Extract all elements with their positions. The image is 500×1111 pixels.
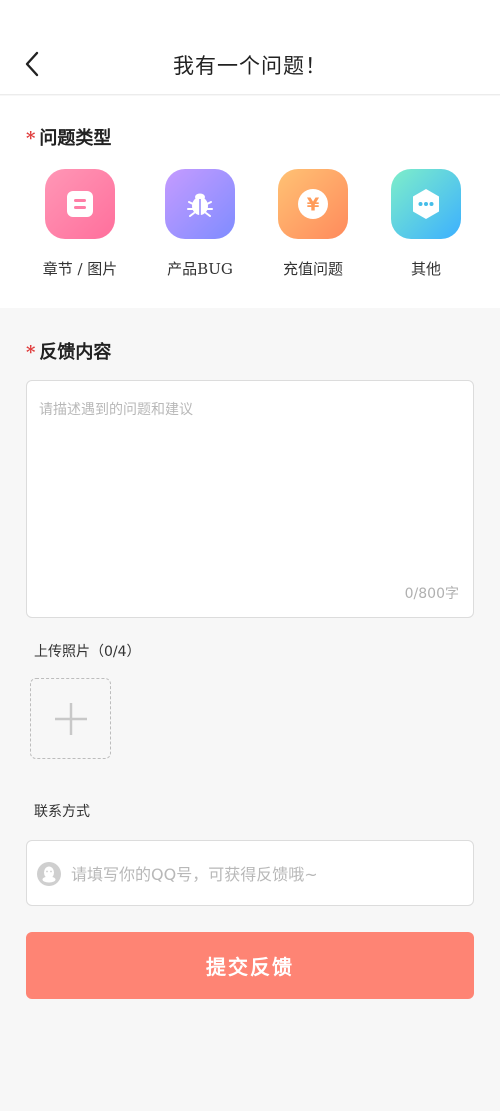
chapter-image-icon [45,169,115,239]
add-photo-button[interactable] [30,678,111,759]
contact-input-container [26,840,474,906]
problem-type-label: * 问题类型 [26,124,111,150]
type-option-other[interactable]: 其他 [376,169,476,279]
upload-photo-label: 上传照片（0/4） [34,644,141,660]
feedback-label-text: 反馈内容 [39,342,112,363]
required-mark: * [26,342,36,363]
problem-type-label-text: 问题类型 [39,128,112,149]
more-dots-icon [391,169,461,239]
qq-icon [37,862,61,886]
feedback-label: * 反馈内容 [26,338,111,364]
type-option-label: 章节 / 图片 [42,260,118,278]
yen-icon: ¥ [278,169,348,239]
feedback-textarea-container: 0/800字 [26,380,474,618]
page-title: 我有一个问题！ [173,54,327,78]
svg-text:¥: ¥ [307,195,320,216]
required-mark: * [26,128,36,149]
top-bar: 我有一个问题！ [0,0,500,95]
contact-label: 联系方式 [34,804,90,820]
type-option-recharge[interactable]: ¥ 充值问题 [263,169,363,279]
type-option-chapter-image[interactable]: 章节 / 图片 [30,169,130,279]
character-counter: 0/800字 [404,586,459,602]
problem-type-section: * 问题类型 章节 / 图片 产品BUG ¥ 充值问题 其他 [0,96,500,308]
type-option-label: 产品BUG [167,260,233,278]
type-option-bug[interactable]: 产品BUG [150,169,250,279]
contact-qq-input[interactable] [71,857,463,891]
bug-icon [165,169,235,239]
plus-icon [54,702,87,735]
type-option-label: 充值问题 [282,260,343,278]
submit-feedback-button[interactable]: 提交反馈 [26,932,474,999]
feedback-textarea[interactable] [39,399,459,569]
type-option-label: 其他 [410,260,441,278]
